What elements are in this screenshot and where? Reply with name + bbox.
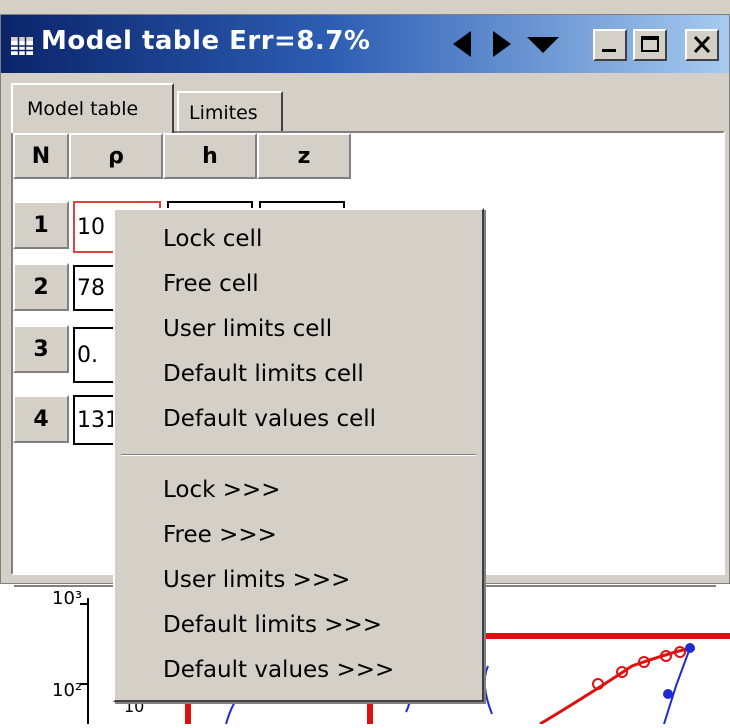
menu-item-lock-cell[interactable]: Lock cell xyxy=(115,218,482,260)
column-header-h[interactable]: h xyxy=(163,133,257,179)
minimize-button[interactable] xyxy=(593,29,627,61)
y-tick-label-1: 10³ xyxy=(52,588,82,609)
data-point-blue xyxy=(663,689,673,699)
menu-item-free-all[interactable]: Free >>> xyxy=(115,514,482,556)
y-tick-label-2: 10² xyxy=(52,680,82,701)
arrow-left-icon[interactable] xyxy=(447,29,477,59)
column-header-rho[interactable]: ρ xyxy=(69,133,163,179)
menu-item-lock-all[interactable]: Lock >>> xyxy=(115,469,482,511)
menu-item-default-values-all[interactable]: Default values >>> xyxy=(115,649,482,691)
row-header-2[interactable]: 2 xyxy=(13,263,69,311)
table-icon[interactable] xyxy=(11,37,33,55)
menu-separator xyxy=(121,454,476,456)
tab-model-table[interactable]: Model table xyxy=(11,83,174,133)
row-header-4[interactable]: 4 xyxy=(13,395,69,443)
menu-item-default-limits-all[interactable]: Default limits >>> xyxy=(115,604,482,646)
arrow-down-icon[interactable] xyxy=(523,29,563,59)
menu-item-free-cell[interactable]: Free cell xyxy=(115,263,482,305)
minimize-icon xyxy=(602,49,616,52)
tab-limites[interactable]: Limites xyxy=(177,91,283,133)
arrow-right-icon[interactable] xyxy=(487,29,517,59)
menu-item-user-limits-cell[interactable]: User limits cell xyxy=(115,308,482,350)
column-header-n[interactable]: N xyxy=(13,133,69,179)
menu-item-default-limits-cell[interactable]: Default limits cell xyxy=(115,353,482,395)
cell-context-menu: Lock cell Free cell User limits cell Def… xyxy=(113,208,484,702)
menu-item-user-limits-all[interactable]: User limits >>> xyxy=(115,559,482,601)
window-title: Model table Err=8.7% xyxy=(41,26,371,56)
background-window-strip xyxy=(0,0,730,14)
row-header-3[interactable]: 3 xyxy=(13,325,69,373)
menu-item-default-values-cell[interactable]: Default values cell xyxy=(115,398,482,440)
row-header-1[interactable]: 1 xyxy=(13,201,69,249)
close-button[interactable] xyxy=(685,29,719,61)
data-point-blue xyxy=(685,643,695,653)
title-bar[interactable]: Model table Err=8.7% xyxy=(1,15,729,73)
maximize-icon xyxy=(641,36,659,52)
close-icon xyxy=(693,35,711,54)
column-header-z[interactable]: z xyxy=(257,133,351,179)
maximize-button[interactable] xyxy=(633,29,667,61)
